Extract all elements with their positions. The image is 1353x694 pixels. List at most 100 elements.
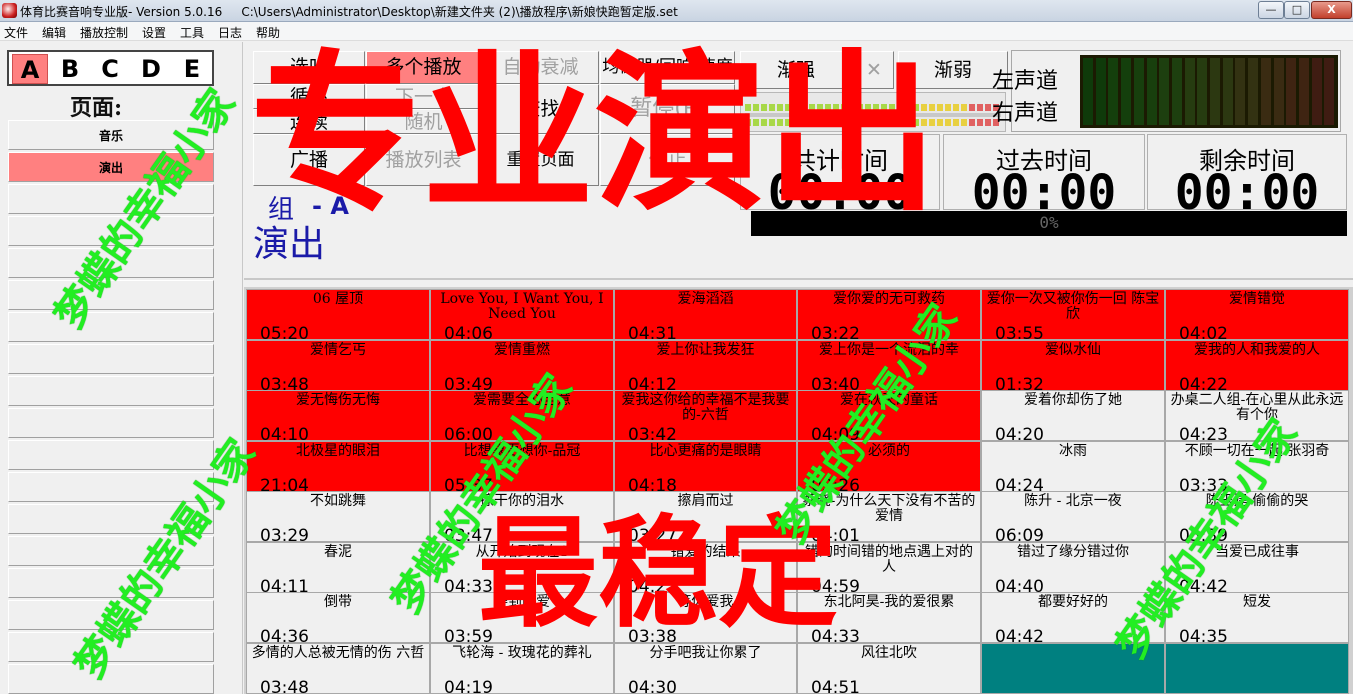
broadcast-button[interactable]: 广播 xyxy=(253,134,365,186)
find-button[interactable]: 查找 xyxy=(482,84,599,134)
song-cell[interactable]: 比想象更想你-品冠 05:37 xyxy=(430,441,614,492)
page-slot[interactable] xyxy=(8,312,214,342)
song-cell[interactable]: 错爱的结果 04:25 xyxy=(614,542,797,593)
song-cell[interactable]: Love You, I Want You, I Need You 04:06 xyxy=(430,289,614,340)
vu-segment xyxy=(745,104,751,111)
song-cell[interactable]: 北极星的眼泪 21:04 xyxy=(246,441,430,492)
group-d-button[interactable]: D xyxy=(133,54,169,84)
page-slot[interactable] xyxy=(8,600,214,630)
page-slot[interactable] xyxy=(8,440,214,470)
group-b-button[interactable]: B xyxy=(52,54,88,84)
page-slot[interactable] xyxy=(8,344,214,374)
group-c-button[interactable]: C xyxy=(92,54,128,84)
next-button[interactable]: 下一个 xyxy=(366,84,481,109)
reset-page-button[interactable]: 重置页面 xyxy=(482,134,599,186)
song-cell[interactable]: 陈玉建 偷偷的哭 05:39 xyxy=(1165,491,1349,542)
song-cell[interactable]: 爱海滔滔 04:31 xyxy=(614,289,797,340)
song-cell[interactable]: 办桌二人组-在心里从此永远有个你 04:23 xyxy=(1165,390,1349,441)
song-cell[interactable]: 错过了缘分错过你 04:40 xyxy=(981,542,1165,593)
page-slot[interactable] xyxy=(8,376,214,406)
page-slot[interactable] xyxy=(8,472,214,502)
song-cell[interactable] xyxy=(981,643,1165,694)
song-cell[interactable]: 擦肩而过 03:27 xyxy=(614,491,797,542)
song-cell[interactable]: 等你爱我 03:38 xyxy=(614,592,797,643)
song-cell[interactable]: 爱情乞丐 03:48 xyxy=(246,340,430,391)
menu-file[interactable]: 文件 xyxy=(4,24,28,41)
fade-in-button[interactable]: 渐强 xyxy=(740,51,852,89)
song-cell[interactable]: 东北阿昊-我的爱很累 04:33 xyxy=(797,592,981,643)
equalizer-button[interactable]: 均衡器/回响/速度 xyxy=(600,51,735,84)
song-cell[interactable]: 爱我的人和我爱的人 04:22 xyxy=(1165,340,1349,391)
song-cell[interactable]: 错的时间错的地点遇上对的人 04:59 xyxy=(797,542,981,593)
song-cell[interactable]: 从开始到现在1 04:33 xyxy=(430,542,614,593)
playlist-button[interactable]: 播放列表 xyxy=(366,134,481,186)
song-cell[interactable]: 得到的爱 03:59 xyxy=(430,592,614,643)
multi-play-button[interactable]: 多个播放 xyxy=(366,51,481,84)
continuous-button[interactable]: 连续 xyxy=(253,109,365,134)
page-slot[interactable] xyxy=(8,504,214,534)
preview-button[interactable]: 选听 xyxy=(253,51,365,84)
song-cell[interactable]: 短发 04:35 xyxy=(1165,592,1349,643)
menu-edit[interactable]: 编辑 xyxy=(42,24,66,41)
song-cell[interactable]: 飞轮海 - 玫瑰花的葬礼 04:19 xyxy=(430,643,614,694)
menu-playback[interactable]: 播放控制 xyxy=(80,24,128,41)
song-cell[interactable]: 爱你一次又被你伤一回 陈宝欣 03:55 xyxy=(981,289,1165,340)
song-cell[interactable]: 06 屋顶 05:20 xyxy=(246,289,430,340)
page-slot[interactable]: 演出 xyxy=(8,152,214,182)
menu-tools[interactable]: 工具 xyxy=(180,24,204,41)
close-button[interactable]: X xyxy=(1311,1,1352,19)
page-slot[interactable] xyxy=(8,408,214,438)
song-cell[interactable]: 爱情重燃 03:49 xyxy=(430,340,614,391)
page-slot[interactable] xyxy=(8,664,214,694)
song-cell[interactable]: 都要好好的 04:42 xyxy=(981,592,1165,643)
song-cell[interactable]: 爱在秋天的童话 04:09 xyxy=(797,390,981,441)
song-cell[interactable]: 比心更痛的是眼睛 04:18 xyxy=(614,441,797,492)
page-slot[interactable] xyxy=(8,568,214,598)
song-cell[interactable]: 倒带 04:36 xyxy=(246,592,430,643)
loop-button[interactable]: 循环 xyxy=(253,84,365,109)
menu-settings[interactable]: 设置 xyxy=(142,24,166,41)
song-cell[interactable]: 风往北吹 04:51 xyxy=(797,643,981,694)
song-cell[interactable]: 多情的人总被无情的伤 六哲 03:48 xyxy=(246,643,430,694)
group-a-button[interactable]: A xyxy=(12,54,48,84)
page-slot[interactable] xyxy=(8,184,214,214)
song-cell[interactable]: 不如跳舞 03:29 xyxy=(246,491,430,542)
song-cell[interactable]: 爱需要全心全意 06:00 xyxy=(430,390,614,441)
song-cell[interactable]: 不顾一切在一起 张羽奇 03:33 xyxy=(1165,441,1349,492)
minimize-button[interactable]: — xyxy=(1258,1,1284,19)
page-slot[interactable] xyxy=(8,248,214,278)
page-slot[interactable] xyxy=(8,216,214,246)
song-cell[interactable]: 爱似水仙 01:32 xyxy=(981,340,1165,391)
song-cell[interactable]: 爱着你却伤了她 04:20 xyxy=(981,390,1165,441)
page-slot[interactable] xyxy=(8,280,214,310)
page-slot[interactable]: 音乐 xyxy=(8,120,214,150)
stop-button[interactable]: 停止 xyxy=(600,134,735,186)
pause-button[interactable]: 暂停(P) xyxy=(600,84,735,134)
page-slot[interactable] xyxy=(8,536,214,566)
page-slot[interactable] xyxy=(8,632,214,662)
auto-fade-button[interactable]: 自动衰减 xyxy=(482,51,599,84)
group-e-button[interactable]: E xyxy=(174,54,210,84)
song-cell[interactable]: 春泥 04:11 xyxy=(246,542,430,593)
song-cell[interactable]: 爱你爱的无可救药 03:22 xyxy=(797,289,981,340)
song-cell[interactable]: 爱上你让我发狂 04:12 xyxy=(614,340,797,391)
song-cell[interactable]: 爱上你是一个流泪的幸 03:40 xyxy=(797,340,981,391)
progress-bar[interactable]: 0% xyxy=(751,211,1347,236)
song-cell[interactable]: 陈升 - 北京一夜 06:09 xyxy=(981,491,1165,542)
song-cell[interactable]: 爱无悔伤无悔 04:10 xyxy=(246,390,430,441)
song-cell[interactable]: 爱情错觉 04:02 xyxy=(1165,289,1349,340)
song-title: 爱上你让我发狂 xyxy=(656,342,755,358)
maximize-button[interactable]: □ xyxy=(1284,1,1310,19)
song-cell[interactable]: 必须的 03:26 xyxy=(797,441,981,492)
song-cell[interactable]: 爱我这你给的幸福不是我要的-六哲 03:42 xyxy=(614,390,797,441)
menu-log[interactable]: 日志 xyxy=(218,24,242,41)
song-cell[interactable]: 冰雨 04:24 xyxy=(981,441,1165,492)
song-cell[interactable]: 蔡晓-为什么天下没有不苦的爱情 04:01 xyxy=(797,491,981,542)
song-cell[interactable] xyxy=(1165,643,1349,694)
menu-help[interactable]: 帮助 xyxy=(256,24,280,41)
random-button[interactable]: 随机 xyxy=(366,109,481,134)
song-cell[interactable]: 分手吧我让你累了 04:30 xyxy=(614,643,797,694)
song-cell[interactable]: 擦干你的泪水 03:47 xyxy=(430,491,614,542)
song-cell[interactable]: 当爱已成往事 04:42 xyxy=(1165,542,1349,593)
fade-close-icon[interactable]: ✕ xyxy=(854,51,894,89)
